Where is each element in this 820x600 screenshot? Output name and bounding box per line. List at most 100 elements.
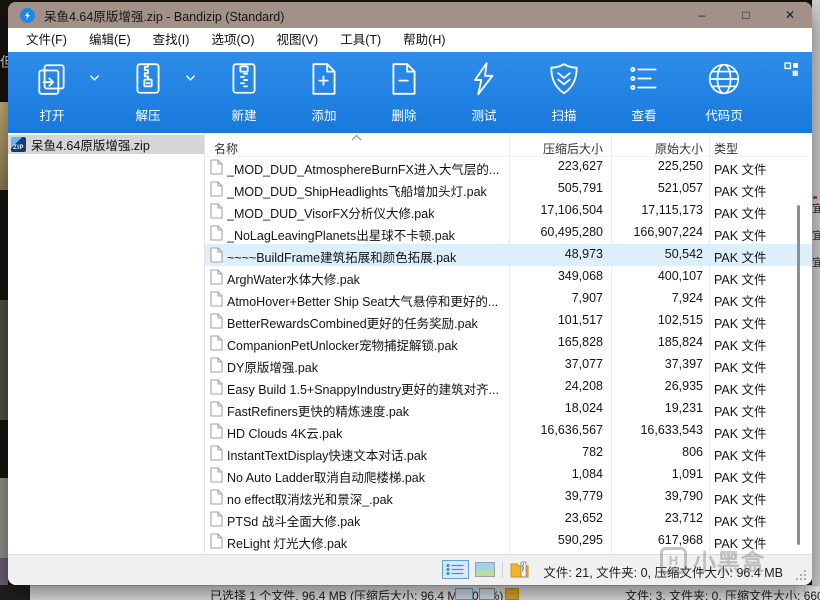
- menu-item-1[interactable]: 编辑(E): [78, 28, 142, 52]
- file-row[interactable]: ArghWater水体大修.pak 349,068 400,107 PAK 文件: [205, 266, 812, 288]
- packed-size: 23,652: [564, 511, 603, 525]
- toolbar-scan-button[interactable]: 扫描: [534, 61, 594, 124]
- file-row[interactable]: InstantTextDisplay快速文本对话.pak 782 806 PAK 文件: [205, 442, 812, 464]
- resize-grip[interactable]: [795, 569, 807, 581]
- file-row[interactable]: FastRefiners更快的精炼速度.pak 18,024 19,231 PAK 文…: [205, 398, 812, 420]
- menu-item-4[interactable]: 视图(V): [266, 28, 330, 52]
- file-name: ~~~~BuildFrame建筑拓展和颜色拓展.pak: [227, 251, 457, 265]
- file-type: PAK 文件: [714, 185, 767, 199]
- original-size: 400,107: [657, 269, 703, 283]
- toolbar-add-label: 添加: [311, 109, 337, 123]
- file-type: PAK 文件: [714, 317, 767, 331]
- file-icon: [210, 511, 223, 527]
- file-row[interactable]: CompanionPetUnlocker宠物捕捉解锁.pak 165,828 185…: [205, 332, 812, 354]
- file-type: PAK 文件: [714, 383, 767, 397]
- desktop-right-strip: 宜宜宜: [812, 0, 820, 600]
- original-size: 39,790: [664, 489, 703, 503]
- bandizip-logo-icon: [20, 7, 35, 23]
- file-name: No Auto Ladder取消自动爬楼梯.pak: [227, 471, 425, 485]
- original-size: 7,924: [671, 291, 703, 305]
- toolbar-new-button[interactable]: 新建: [214, 61, 274, 124]
- file-icon: [210, 445, 223, 461]
- original-size: 166,907,224: [633, 225, 703, 239]
- original-size: 806: [682, 445, 703, 459]
- desktop-left-strip: 但: [0, 0, 8, 600]
- file-type: PAK 文件: [714, 471, 767, 485]
- file-row[interactable]: ~~~~BuildFrame建筑拓展和颜色拓展.pak 48,973 50,542 P…: [205, 244, 812, 266]
- file-row[interactable]: no effect取消炫光和景深_.pak 39,779 39,790 PAK 文件: [205, 486, 812, 508]
- file-row[interactable]: BetterRewardsCombined更好的任务奖励.pak 101,517 1…: [205, 310, 812, 332]
- background-window-statusbar: 已选择 1 个文件, 96.4 MB (压缩后大小: 96.4 MB, 0.0%…: [0, 585, 820, 600]
- file-name: BetterRewardsCombined更好的任务奖励.pak: [227, 317, 478, 331]
- file-row[interactable]: AtmoHover+Better Ship Seat大气悬停和更好的... 7,9…: [205, 288, 812, 310]
- original-size: 225,250: [657, 159, 703, 173]
- file-row[interactable]: PTSd 战斗全面大修.pak 23,652 23,712 PAK 文件: [205, 508, 812, 530]
- open-icon: [34, 61, 70, 102]
- column-header-original[interactable]: 原始大小: [655, 140, 703, 157]
- file-row[interactable]: DY原版增强.pak 37,077 37,397 PAK 文件: [205, 354, 812, 376]
- thumbnail-view-toggle[interactable]: [475, 562, 495, 577]
- file-type: PAK 文件: [714, 251, 767, 265]
- menu-item-5[interactable]: 工具(T): [329, 28, 392, 52]
- background-text-fragment: 宜: [812, 230, 820, 242]
- file-type: PAK 文件: [714, 229, 767, 243]
- toolbar-view-button[interactable]: 查看: [614, 61, 674, 124]
- packed-size: 24,208: [564, 379, 603, 393]
- file-name: _NoLagLeavingPlanets出星球不卡顿.pak: [227, 229, 455, 243]
- file-row[interactable]: Easy Build 1.5+SnappyIndustry更好的建筑对齐... 2…: [205, 376, 812, 398]
- file-row[interactable]: HD Clouds 4K云.pak 16,636,567 16,633,543 PAK…: [205, 420, 812, 442]
- archive-folder-icon[interactable]: [510, 561, 529, 578]
- toolbar-open-button[interactable]: 打开: [22, 61, 82, 124]
- file-type: PAK 文件: [714, 361, 767, 375]
- packed-size: 37,077: [564, 357, 603, 371]
- original-size: 185,824: [657, 335, 703, 349]
- file-icon: [210, 379, 223, 395]
- status-bar: 文件: 21, 文件夹: 0, 压缩文件大小: 96.4 MB: [8, 554, 812, 585]
- column-header-type[interactable]: 类型: [714, 140, 738, 157]
- details-view-toggle[interactable]: [442, 560, 469, 579]
- packed-size: 349,068: [557, 269, 603, 283]
- toolbar-delete-button[interactable]: 删除: [374, 61, 434, 124]
- menu-item-0[interactable]: 文件(F): [15, 28, 78, 52]
- file-name: DY原版增强.pak: [227, 361, 318, 375]
- maximize-button[interactable]: □: [724, 2, 768, 28]
- file-icon: [210, 335, 223, 351]
- file-row[interactable]: No Auto Ladder取消自动爬楼梯.pak 1,084 1,091 PAK 文…: [205, 464, 812, 486]
- details-view-icon: [455, 588, 473, 600]
- file-icon: [210, 401, 223, 417]
- file-name: InstantTextDisplay快速文本对话.pak: [227, 449, 428, 463]
- toolbar-open-dropdown[interactable]: [82, 74, 106, 124]
- toolbar-add-button[interactable]: 添加: [294, 61, 354, 124]
- menu-item-2[interactable]: 查找(I): [142, 28, 201, 52]
- file-row[interactable]: _MOD_DUD_VisorFX分析仪大修.pak 17,106,504 17,11…: [205, 200, 812, 222]
- file-type: PAK 文件: [714, 163, 767, 177]
- file-row[interactable]: _NoLagLeavingPlanets出星球不卡顿.pak 60,495,280…: [205, 222, 812, 244]
- packed-size: 7,907: [571, 291, 603, 305]
- close-button[interactable]: ✕: [768, 2, 812, 28]
- original-size: 617,968: [657, 533, 703, 547]
- menu-item-3[interactable]: 选项(O): [200, 28, 265, 52]
- toolbar-codepage-button[interactable]: 代码页: [694, 61, 754, 124]
- file-name: ArghWater水体大修.pak: [227, 273, 360, 287]
- title-bar[interactable]: 呆鱼4.64原版增强.zip - Bandizip (Standard) – □…: [8, 2, 812, 28]
- file-type: PAK 文件: [714, 537, 767, 551]
- toolbar-test-button[interactable]: 测试: [454, 61, 514, 124]
- sidebar-item-archive-root[interactable]: ZIP 呆鱼4.64原版增强.zip: [8, 135, 204, 154]
- file-row[interactable]: ReLight 灯光大修.pak 590,295 617,968 PAK 文件: [205, 530, 812, 552]
- toolbar-customize-icon[interactable]: [784, 62, 799, 77]
- sidebar-item-label: 呆鱼4.64原版增强.zip: [31, 139, 150, 153]
- background-text-fragment: 宜: [812, 257, 820, 269]
- menu-item-6[interactable]: 帮助(H): [392, 28, 456, 52]
- file-row[interactable]: _MOD_DUD_AtmosphereBurnFX进入大气层的... 223,62…: [205, 156, 812, 178]
- toolbar-extract-button[interactable]: 解压: [118, 61, 178, 124]
- column-header-packed[interactable]: 压缩后大小: [543, 140, 603, 157]
- file-type: PAK 文件: [714, 427, 767, 441]
- status-divider: [502, 562, 503, 578]
- minimize-button[interactable]: –: [680, 2, 724, 28]
- vertical-scrollbar[interactable]: [797, 205, 800, 545]
- file-row[interactable]: _MOD_DUD_ShipHeadlights飞船增加头灯.pak 505,791…: [205, 178, 812, 200]
- packed-size: 165,828: [557, 335, 603, 349]
- toolbar-extract-dropdown[interactable]: [178, 74, 202, 124]
- file-icon: [210, 269, 223, 285]
- column-header-name[interactable]: 名称: [214, 140, 238, 157]
